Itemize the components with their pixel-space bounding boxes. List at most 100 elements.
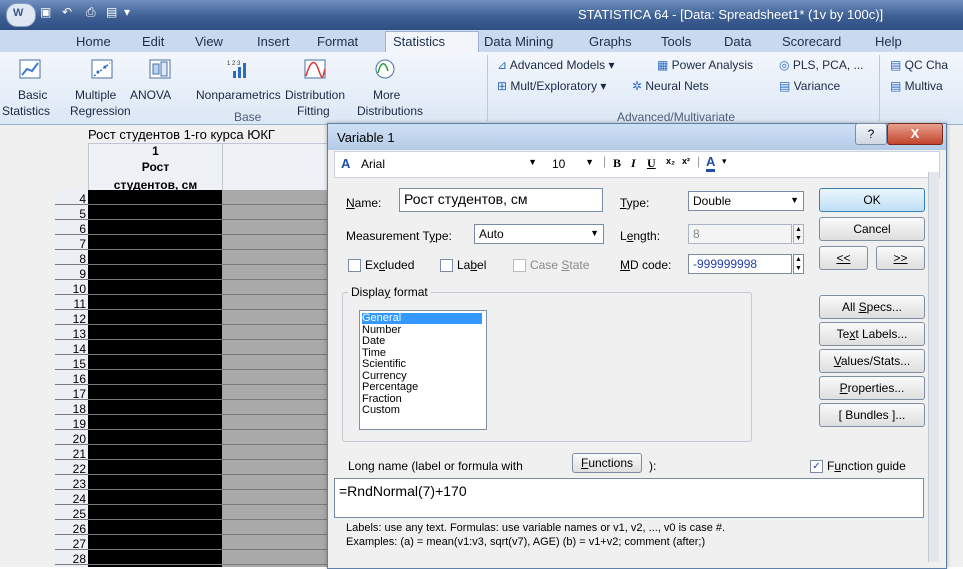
- row-number[interactable]: 18: [60, 402, 86, 416]
- advanced-models-button[interactable]: ⊿ Advanced Models ▾: [497, 58, 614, 72]
- tab-graphs[interactable]: Graphs: [589, 34, 632, 49]
- row-number[interactable]: 12: [60, 312, 86, 326]
- next-variable-button[interactable]: >>: [876, 246, 925, 270]
- row-number[interactable]: 5: [60, 207, 86, 221]
- length-spinner[interactable]: ▲ ▼: [793, 224, 804, 244]
- row-number[interactable]: 14: [60, 342, 86, 356]
- row-number[interactable]: 15: [60, 357, 86, 371]
- tab-insert[interactable]: Insert: [257, 34, 290, 49]
- measurement-type-select[interactable]: Auto ▼: [474, 224, 604, 244]
- dialog-side-scrollbar[interactable]: [928, 172, 939, 562]
- display-format-option[interactable]: General: [362, 313, 482, 324]
- display-format-option[interactable]: Scientific: [362, 359, 482, 370]
- row-number[interactable]: 23: [60, 477, 86, 491]
- row-number[interactable]: 16: [60, 372, 86, 386]
- display-format-option[interactable]: Fraction: [362, 393, 482, 405]
- row-number[interactable]: 6: [60, 222, 86, 236]
- help-button[interactable]: ?: [855, 123, 887, 145]
- pls-pca-button[interactable]: ◎ PLS, PCA, ...: [779, 58, 864, 72]
- display-format-list[interactable]: General Number Date Time Scientific Currency P…: [359, 310, 487, 430]
- row-number[interactable]: 26: [60, 522, 86, 536]
- row-number[interactable]: 22: [60, 462, 86, 476]
- font-size-combo[interactable]: 10 ▼: [548, 155, 598, 173]
- chevron-down-icon[interactable]: ▾: [722, 156, 727, 167]
- font-color-icon[interactable]: A: [706, 154, 716, 172]
- undo-icon[interactable]: ↶: [62, 5, 76, 19]
- dialog-title-bar[interactable]: Variable 1 ? X: [328, 123, 946, 150]
- data-column-cells[interactable]: [88, 190, 222, 567]
- empty-column-header[interactable]: [222, 143, 332, 191]
- row-number[interactable]: 7: [60, 237, 86, 251]
- variance-button[interactable]: ▤ Variance: [779, 79, 840, 93]
- tab-statistics[interactable]: Statistics: [393, 34, 445, 49]
- tab-scorecard[interactable]: Scorecard: [782, 34, 841, 49]
- power-analysis-button[interactable]: ▦ Power Analysis: [657, 58, 753, 72]
- row-number[interactable]: 27: [60, 537, 86, 551]
- display-format-option[interactable]: Number: [362, 324, 482, 336]
- save-icon[interactable]: ▣: [40, 5, 54, 19]
- row-number[interactable]: 25: [60, 507, 86, 521]
- bold-icon[interactable]: B: [613, 156, 621, 171]
- row-number[interactable]: 24: [60, 492, 86, 506]
- tab-tools[interactable]: Tools: [661, 34, 691, 49]
- neural-nets-button[interactable]: ✲ Neural Nets: [632, 79, 709, 93]
- qc-charts-button[interactable]: ▤ QC Cha: [890, 58, 948, 72]
- app-menu-button[interactable]: W: [6, 3, 36, 27]
- md-code-input[interactable]: -999999998: [688, 254, 792, 274]
- cancel-button[interactable]: Cancel: [819, 217, 925, 241]
- column-header[interactable]: 1 Рост студентов, см: [88, 143, 223, 192]
- name-input[interactable]: Рост студентов, см: [399, 188, 603, 212]
- functions-button[interactable]: Functions: [572, 453, 642, 473]
- properties-button[interactable]: Properties...: [819, 376, 925, 400]
- bundles-button[interactable]: [ Bundles ]...: [819, 403, 925, 427]
- tab-home[interactable]: Home: [76, 34, 111, 49]
- tab-view[interactable]: View: [195, 34, 223, 49]
- empty-column-cells[interactable]: [222, 190, 330, 567]
- row-number[interactable]: 20: [60, 432, 86, 446]
- function-guide-checkbox[interactable]: ✓: [810, 460, 823, 473]
- row-number[interactable]: 8: [60, 252, 86, 266]
- all-specs-button[interactable]: All Specs...: [819, 295, 925, 319]
- row-number[interactable]: 9: [60, 267, 86, 281]
- row-number[interactable]: 4: [60, 192, 86, 206]
- text-labels-button[interactable]: Text Labels...: [819, 322, 925, 346]
- type-select[interactable]: Double ▼: [688, 191, 804, 211]
- excluded-checkbox[interactable]: [348, 259, 361, 272]
- font-name-combo[interactable]: Arial ▼: [357, 155, 541, 173]
- display-format-option[interactable]: Custom: [362, 405, 482, 416]
- multivariate-qc-button[interactable]: ▤ Multiva: [890, 79, 943, 93]
- row-number[interactable]: 11: [60, 297, 86, 311]
- label-checkbox[interactable]: [440, 259, 453, 272]
- display-format-option[interactable]: Percentage: [362, 382, 482, 393]
- values-stats-button[interactable]: Values/Stats...: [819, 349, 925, 373]
- mult-exploratory-button[interactable]: ⊞ Mult/Exploratory ▾: [497, 79, 606, 93]
- subscript-icon[interactable]: x₂: [666, 156, 675, 166]
- tab-format[interactable]: Format: [317, 34, 358, 49]
- preview-icon[interactable]: ▤: [106, 5, 120, 19]
- italic-icon[interactable]: I: [631, 156, 636, 171]
- row-number[interactable]: 13: [60, 327, 86, 341]
- ok-button[interactable]: OK: [819, 188, 925, 212]
- close-button[interactable]: X: [887, 123, 943, 145]
- row-number[interactable]: 19: [60, 417, 86, 431]
- row-number[interactable]: 21: [60, 447, 86, 461]
- length-input[interactable]: 8: [688, 224, 792, 244]
- display-format-option[interactable]: Date: [362, 336, 482, 347]
- previous-variable-button[interactable]: <<: [819, 246, 868, 270]
- print-icon[interactable]: ⎙: [86, 5, 100, 19]
- underline-icon[interactable]: U: [647, 156, 656, 171]
- md-code-spinner[interactable]: ▲ ▼: [793, 254, 804, 274]
- tab-edit[interactable]: Edit: [142, 34, 164, 49]
- case-state-checkbox[interactable]: [513, 259, 526, 272]
- long-name-formula-input[interactable]: =RndNormal(7)+170: [334, 478, 924, 518]
- row-number[interactable]: 10: [60, 282, 86, 296]
- superscript-icon[interactable]: x²: [682, 156, 690, 166]
- tab-data[interactable]: Data: [724, 34, 751, 49]
- display-format-option[interactable]: Time: [362, 347, 482, 359]
- qat-dropdown-icon[interactable]: ▾: [124, 5, 138, 19]
- row-number[interactable]: 28: [60, 552, 86, 566]
- display-format-option[interactable]: Currency: [362, 370, 482, 382]
- tab-help[interactable]: Help: [875, 34, 902, 49]
- tab-data-mining[interactable]: Data Mining: [484, 34, 553, 49]
- row-number[interactable]: 17: [60, 387, 86, 401]
